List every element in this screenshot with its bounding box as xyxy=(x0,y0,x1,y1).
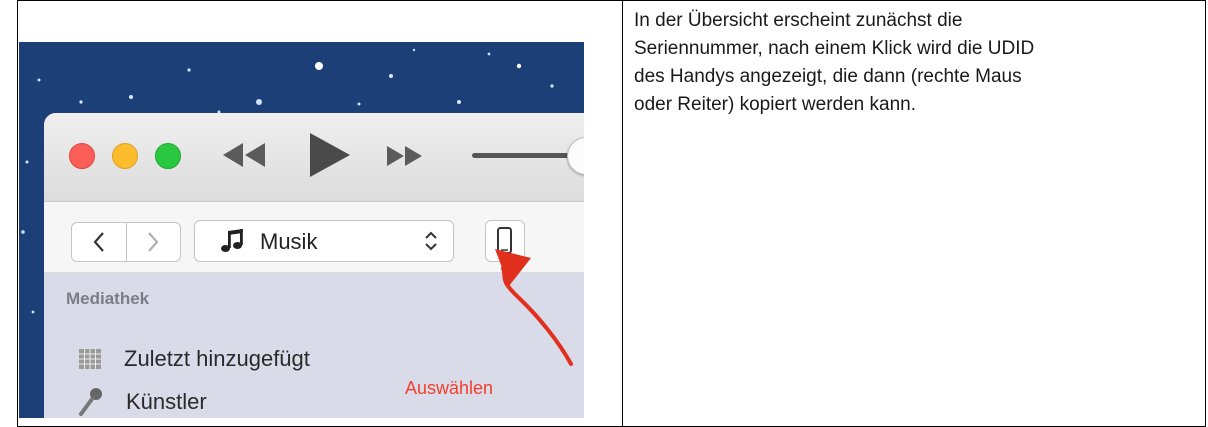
itunes-toolbar: Musik xyxy=(44,202,584,273)
chevron-left-icon xyxy=(93,232,104,252)
sidebar-heading: Mediathek xyxy=(66,289,150,308)
sidebar-item-label: Künstler xyxy=(126,389,207,414)
grid-icon xyxy=(79,349,101,369)
chevron-right-icon xyxy=(148,232,159,252)
library-sidebar: Mediathek Zuletzt hinzugefügt Künstler A… xyxy=(44,273,584,418)
minimize-window-button[interactable] xyxy=(112,143,138,169)
table-divider xyxy=(622,0,623,427)
description-line: des Handys angezeigt, die dann (rechte M… xyxy=(634,66,1022,87)
itunes-titlebar xyxy=(44,113,584,202)
fast-forward-icon[interactable] xyxy=(384,144,428,168)
volume-slider-knob[interactable] xyxy=(567,137,584,175)
rewind-icon[interactable] xyxy=(219,140,271,170)
description-text: In der Übersicht erscheint zunächst die … xyxy=(634,7,1199,119)
forward-button[interactable] xyxy=(125,223,181,261)
description-line: Seriennummer, nach einem Klick wird die … xyxy=(634,38,1035,59)
description-line: In der Übersicht erscheint zunächst die xyxy=(634,10,963,31)
description-line: oder Reiter) kopiert werden kann. xyxy=(634,94,916,115)
itunes-screenshot: Musik Mediathek Zuletzt hinzugefügt Küns… xyxy=(19,42,584,418)
zoom-window-button[interactable] xyxy=(155,143,181,169)
itunes-window: Musik Mediathek Zuletzt hinzugefügt Küns… xyxy=(44,113,584,418)
back-forward-group xyxy=(71,222,181,262)
music-note-icon xyxy=(221,229,243,252)
media-source-select[interactable]: Musik xyxy=(194,220,454,262)
play-icon[interactable] xyxy=(306,130,354,180)
iphone-icon xyxy=(497,227,512,254)
volume-slider[interactable] xyxy=(472,153,582,158)
annotation-label: Auswählen xyxy=(405,378,494,398)
close-window-button[interactable] xyxy=(69,143,95,169)
back-button[interactable] xyxy=(72,223,126,261)
device-button[interactable] xyxy=(485,220,525,262)
chevron-updown-icon xyxy=(425,231,437,251)
microphone-icon xyxy=(79,388,102,416)
sidebar-item-recently-added[interactable]: Zuletzt hinzugefügt xyxy=(78,341,310,377)
sidebar-item-artists[interactable]: Künstler xyxy=(78,384,207,418)
sidebar-item-label: Zuletzt hinzugefügt xyxy=(124,346,310,371)
media-source-label: Musik xyxy=(260,229,318,254)
